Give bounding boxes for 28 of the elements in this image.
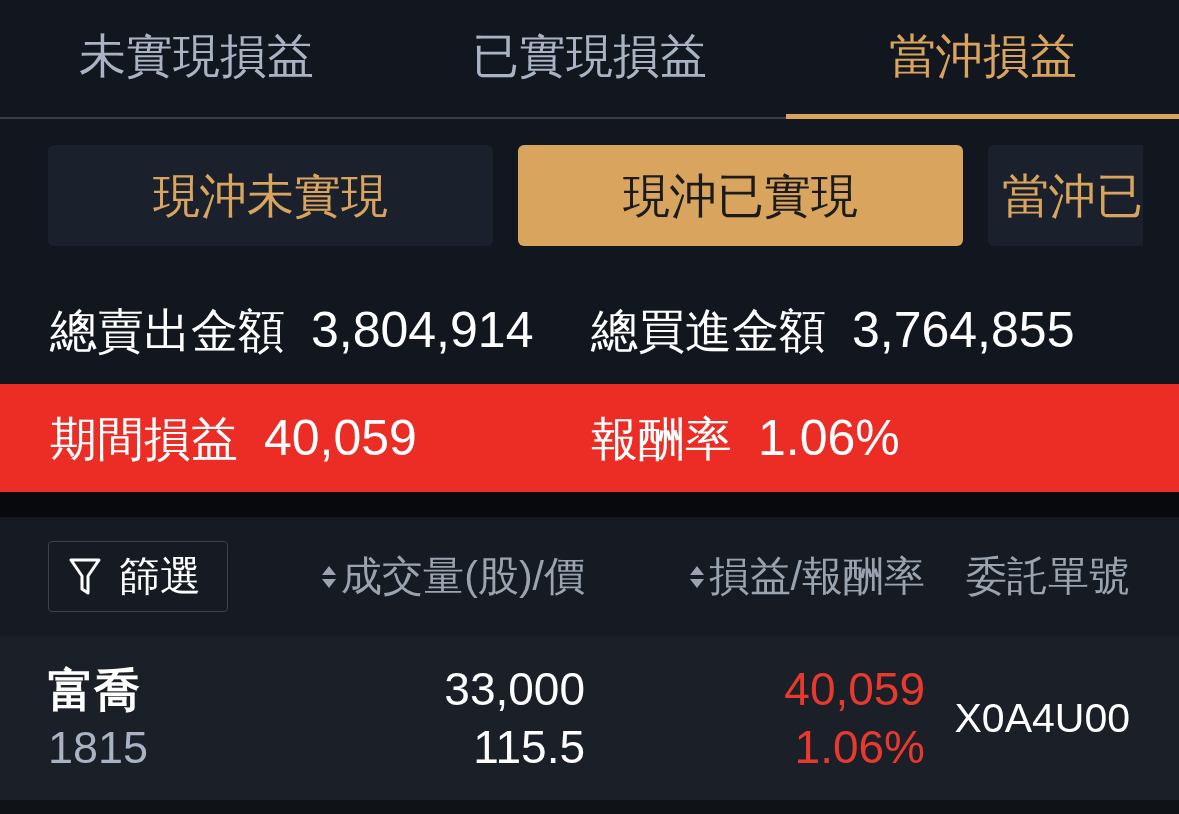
segment-button[interactable]: 現沖已實現: [518, 145, 963, 246]
segment-button[interactable]: 現沖未實現: [48, 145, 493, 246]
order-number-cell: X0A4U00: [954, 697, 1130, 739]
result-value: 40,059: [264, 413, 417, 463]
filter-icon: [69, 556, 101, 597]
column-header[interactable]: 損益/報酬率: [688, 556, 925, 597]
profit-cell: 40,059: [784, 666, 925, 712]
sort-icon: [688, 564, 705, 589]
summary-value: 3,804,914: [311, 305, 534, 355]
result-value: 1.06%: [758, 413, 900, 463]
summary-label: 總賣出金額: [50, 306, 285, 354]
column-header: 委託單號: [966, 556, 1130, 597]
stock-code: 1815: [48, 724, 149, 770]
stock-name: 富喬: [48, 666, 140, 713]
segment-button[interactable]: 當沖已: [988, 145, 1143, 246]
volume-cell: 33,000: [444, 666, 585, 712]
price-cell: 115.5: [473, 724, 585, 770]
result-label: 期間損益: [50, 414, 238, 462]
tab[interactable]: 當沖損益: [786, 0, 1179, 119]
summary-label: 總買進金額: [591, 306, 826, 354]
tab[interactable]: 未實現損益: [0, 0, 393, 119]
result-label: 報酬率: [591, 414, 732, 462]
sort-icon: [321, 564, 338, 589]
return-cell: 1.06%: [794, 724, 925, 770]
summary-value: 3,764,855: [852, 305, 1075, 355]
column-header[interactable]: 成交量(股)/價: [321, 556, 585, 597]
filter-button[interactable]: 篩選: [48, 541, 228, 612]
tab[interactable]: 已實現損益: [393, 0, 786, 119]
